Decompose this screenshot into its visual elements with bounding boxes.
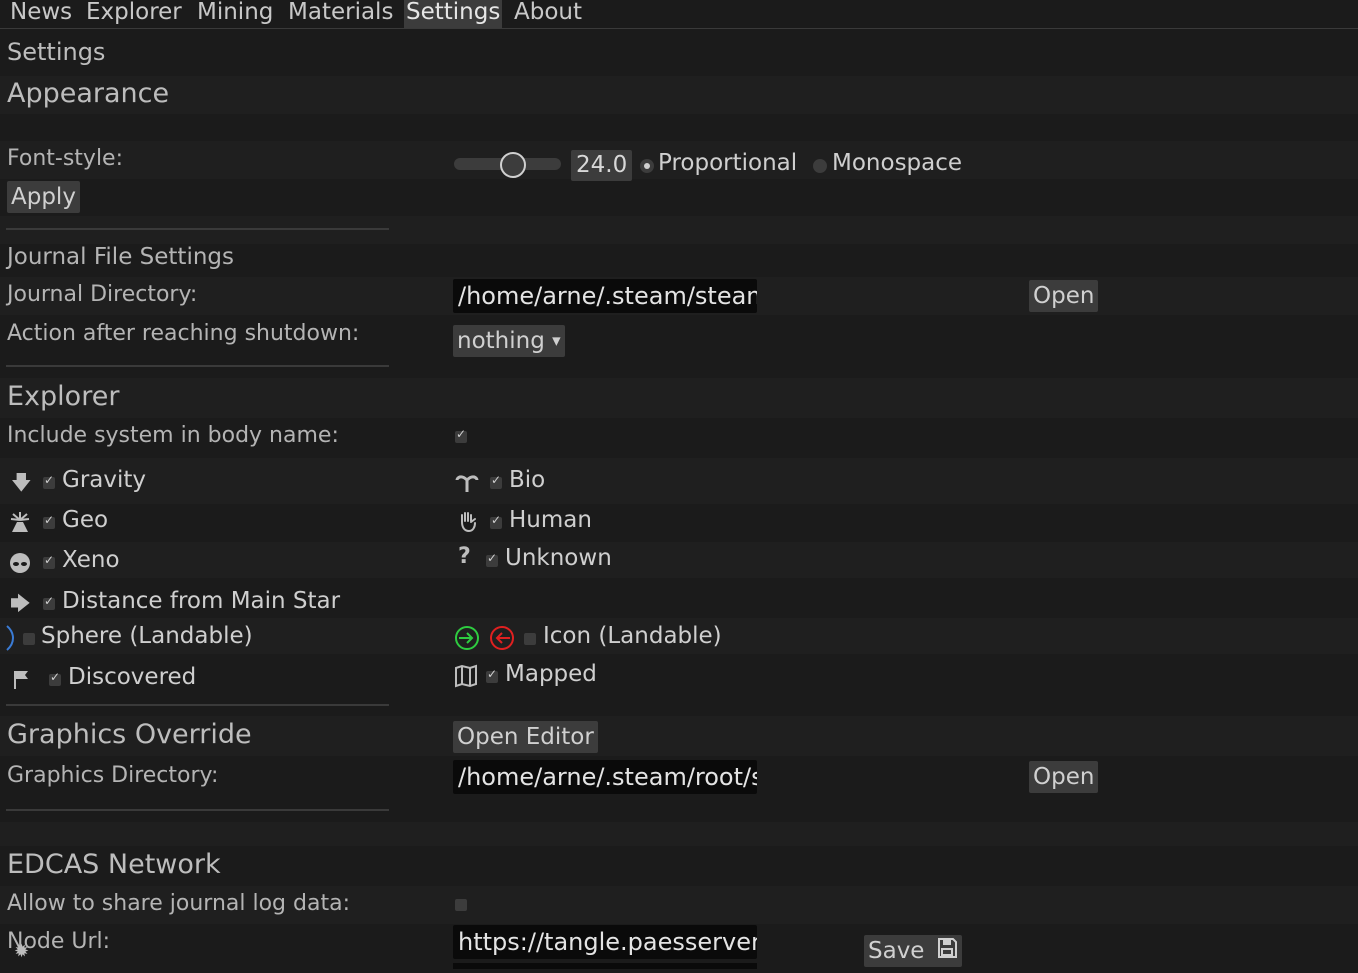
graphics-heading: Graphics Override [7, 719, 252, 750]
map-icon [454, 664, 478, 691]
journal-open-button[interactable]: Open [1029, 280, 1099, 312]
row-stripe [0, 542, 1358, 578]
row-stripe [0, 458, 1358, 504]
mapped-checkbox[interactable] [486, 667, 498, 683]
proportional-radio[interactable] [640, 159, 654, 173]
discovered-label[interactable]: Discovered [68, 664, 196, 690]
row-stripe [0, 378, 1358, 418]
bio-checkbox[interactable] [490, 473, 502, 489]
shutdown-action-value: nothing [457, 328, 545, 354]
journal-heading: Journal File Settings [7, 244, 234, 270]
xeno-checkbox[interactable] [43, 553, 55, 569]
sun-icon[interactable]: ✹ [14, 942, 29, 962]
gravity-label[interactable]: Gravity [62, 467, 146, 493]
include-system-checkbox[interactable] [455, 427, 467, 443]
journal-directory-label: Journal Directory: [7, 282, 198, 307]
proportional-label[interactable]: Proportional [658, 150, 797, 176]
icon-landable-checkbox[interactable] [524, 633, 536, 645]
graphics-directory-label: Graphics Directory: [7, 763, 219, 788]
font-size-value[interactable]: 24.0 [571, 150, 633, 181]
save-button[interactable]: Save [864, 935, 962, 967]
row-stripe [0, 216, 1358, 244]
volcano-icon [8, 510, 32, 537]
separator [6, 704, 389, 706]
down-arrow-icon: 🡇 [11, 470, 32, 494]
tab-divider [0, 28, 1358, 29]
icon-landable-label[interactable]: Icon (Landable) [543, 623, 722, 649]
distance-label[interactable]: Distance from Main Star [62, 588, 340, 614]
journal-directory-field[interactable]: /home/arne/.steam/steam [453, 279, 757, 313]
monospace-radio[interactable] [813, 159, 827, 173]
next-field-edge [453, 963, 757, 969]
flag-icon [12, 669, 32, 692]
explorer-heading: Explorer [7, 381, 120, 412]
apply-button[interactable]: Apply [7, 181, 80, 213]
sphere-label[interactable]: Sphere (Landable) [41, 623, 253, 649]
font-style-label: Font-style: [7, 146, 124, 171]
xeno-label[interactable]: Xeno [62, 547, 120, 573]
question-icon: ? [458, 544, 471, 569]
separator [6, 228, 389, 230]
tab-settings[interactable]: Settings [404, 0, 503, 28]
graphics-directory-field[interactable]: /home/arne/.steam/root/s [453, 760, 757, 794]
page-title: Settings [7, 38, 106, 66]
tab-about[interactable]: About [512, 0, 584, 28]
share-journal-label: Allow to share journal log data: [7, 891, 350, 916]
row-stripe [0, 822, 1358, 846]
human-label[interactable]: Human [509, 507, 592, 533]
save-label: Save [868, 938, 925, 964]
row-stripe [0, 76, 1358, 114]
floppy-disk-icon [936, 936, 958, 968]
separator [6, 809, 389, 811]
right-arrow-icon: 🡆 [10, 591, 31, 615]
tab-materials[interactable]: Materials [286, 0, 395, 28]
include-system-label: Include system in body name: [7, 423, 339, 448]
geo-checkbox[interactable] [43, 513, 55, 529]
tab-explorer[interactable]: Explorer [84, 0, 184, 28]
chevron-down-icon: ▼ [552, 334, 561, 348]
appearance-heading: Appearance [7, 78, 170, 109]
tab-mining[interactable]: Mining [195, 0, 275, 28]
font-size-slider-knob[interactable] [500, 152, 526, 178]
alien-icon [9, 552, 31, 577]
landing-icon [454, 625, 516, 654]
sphere-checkbox[interactable] [23, 633, 35, 645]
unknown-checkbox[interactable] [486, 551, 498, 567]
geo-label[interactable]: Geo [62, 507, 108, 533]
gravity-checkbox[interactable] [43, 473, 55, 489]
shutdown-action-label: Action after reaching shutdown: [7, 321, 360, 346]
unknown-label[interactable]: Unknown [505, 545, 612, 571]
share-journal-checkbox[interactable] [455, 899, 467, 911]
mapped-label[interactable]: Mapped [505, 661, 597, 687]
hand-icon [456, 510, 480, 537]
distance-checkbox[interactable] [43, 594, 55, 610]
plant-icon [455, 472, 479, 495]
shutdown-action-dropdown[interactable]: nothing ▼ [453, 325, 565, 357]
tab-news[interactable]: News [8, 0, 74, 28]
crescent-icon [5, 625, 15, 654]
human-checkbox[interactable] [490, 513, 502, 529]
edcas-heading: EDCAS Network [7, 849, 221, 880]
monospace-label[interactable]: Monospace [832, 150, 962, 176]
open-editor-button[interactable]: Open Editor [453, 721, 598, 753]
node-url-field[interactable]: https://tangle.paesserver. [453, 925, 757, 959]
bio-label[interactable]: Bio [509, 467, 545, 493]
separator [6, 365, 389, 367]
graphics-open-button[interactable]: Open [1029, 761, 1099, 793]
discovered-checkbox[interactable] [49, 670, 61, 686]
